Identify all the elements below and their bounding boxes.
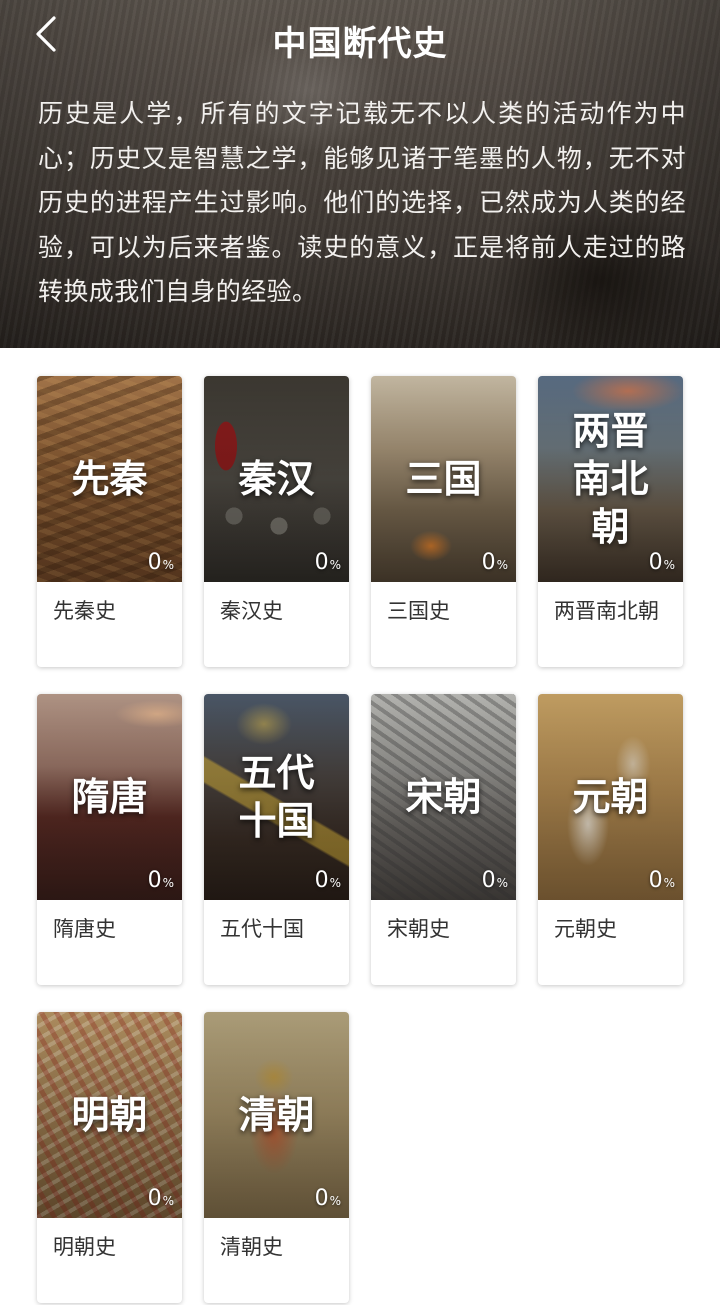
course-card-sanguo[interactable]: 三国 0% 三国史 — [371, 376, 516, 667]
course-cover: 先秦 0% — [37, 376, 182, 582]
cover-title: 三国 — [405, 456, 482, 501]
header-banner: 中国断代史 历史是人学，所有的文字记载无不以人类的活动作为中心；历史又是智慧之学… — [0, 0, 720, 348]
progress-badge: 0% — [649, 870, 675, 894]
progress-unit: % — [663, 876, 675, 890]
intro-text: 历史是人学，所有的文字记载无不以人类的活动作为中心；历史又是智慧之学，能够见诸于… — [38, 99, 686, 306]
progress-unit: % — [496, 876, 508, 890]
course-card-xianqin[interactable]: 先秦 0% 先秦史 — [37, 376, 182, 667]
progress-value: 0 — [648, 550, 663, 575]
progress-value: 0 — [314, 1186, 329, 1211]
cover-title: 秦汉 — [238, 456, 315, 501]
course-grid: 先秦 0% 先秦史 秦汉 0% 秦汉史 三国 0% 三国史 两晋南北朝 0% 两… — [37, 376, 683, 1303]
course-cover: 隋唐 0% — [37, 694, 182, 900]
progress-badge: 0% — [649, 552, 675, 576]
progress-unit: % — [329, 876, 341, 890]
progress-badge: 0% — [315, 1188, 341, 1212]
progress-value: 0 — [481, 550, 496, 575]
cover-title: 先秦 — [71, 456, 148, 501]
cover-title: 宋朝 — [405, 774, 482, 819]
course-label: 秦汉史 — [220, 599, 283, 623]
progress-unit: % — [162, 876, 174, 890]
progress-value: 0 — [481, 868, 496, 893]
course-card-qing[interactable]: 清朝 0% 清朝史 — [204, 1012, 349, 1303]
progress-badge: 0% — [148, 870, 174, 894]
progress-badge: 0% — [148, 1188, 174, 1212]
progress-unit: % — [496, 558, 508, 572]
course-label: 隋唐史 — [53, 917, 116, 941]
progress-value: 0 — [314, 550, 329, 575]
course-cover: 两晋南北朝 0% — [538, 376, 683, 582]
progress-unit: % — [329, 558, 341, 572]
cover-title: 元朝 — [572, 774, 649, 819]
course-cover: 五代十国 0% — [204, 694, 349, 900]
progress-badge: 0% — [315, 552, 341, 576]
course-label: 宋朝史 — [387, 917, 450, 941]
course-card-song[interactable]: 宋朝 0% 宋朝史 — [371, 694, 516, 985]
course-cover: 宋朝 0% — [371, 694, 516, 900]
course-card-ming[interactable]: 明朝 0% 明朝史 — [37, 1012, 182, 1303]
progress-unit: % — [162, 558, 174, 572]
course-cover: 三国 0% — [371, 376, 516, 582]
course-card-yuan[interactable]: 元朝 0% 元朝史 — [538, 694, 683, 985]
progress-unit: % — [162, 1194, 174, 1208]
course-label: 三国史 — [387, 599, 450, 623]
course-card-liangjin[interactable]: 两晋南北朝 0% 两晋南北朝 — [538, 376, 683, 667]
progress-value: 0 — [147, 550, 162, 575]
cover-title: 明朝 — [71, 1092, 148, 1137]
progress-value: 0 — [147, 1186, 162, 1211]
course-cover: 秦汉 0% — [204, 376, 349, 582]
course-label: 先秦史 — [53, 599, 116, 623]
progress-unit: % — [329, 1194, 341, 1208]
course-label: 五代十国 — [220, 917, 304, 941]
cover-title: 隋唐 — [71, 774, 148, 819]
course-label: 元朝史 — [554, 917, 617, 941]
progress-badge: 0% — [148, 552, 174, 576]
course-cover: 清朝 0% — [204, 1012, 349, 1218]
course-card-suitang[interactable]: 隋唐 0% 隋唐史 — [37, 694, 182, 985]
progress-value: 0 — [314, 868, 329, 893]
progress-badge: 0% — [482, 870, 508, 894]
course-label: 两晋南北朝 — [554, 599, 659, 623]
progress-badge: 0% — [482, 552, 508, 576]
course-cover: 元朝 0% — [538, 694, 683, 900]
course-card-wudai[interactable]: 五代十国 0% 五代十国 — [204, 694, 349, 985]
progress-unit: % — [663, 558, 675, 572]
course-card-qinhan[interactable]: 秦汉 0% 秦汉史 — [204, 376, 349, 667]
cover-title: 五代十国 — [238, 750, 315, 843]
progress-value: 0 — [147, 868, 162, 893]
page-title: 中国断代史 — [272, 24, 448, 64]
progress-badge: 0% — [315, 870, 341, 894]
cover-title: 清朝 — [238, 1092, 315, 1137]
course-cover: 明朝 0% — [37, 1012, 182, 1218]
course-label: 清朝史 — [220, 1235, 283, 1259]
course-label: 明朝史 — [53, 1235, 116, 1259]
progress-value: 0 — [648, 868, 663, 893]
cover-title: 两晋南北朝 — [572, 408, 649, 549]
